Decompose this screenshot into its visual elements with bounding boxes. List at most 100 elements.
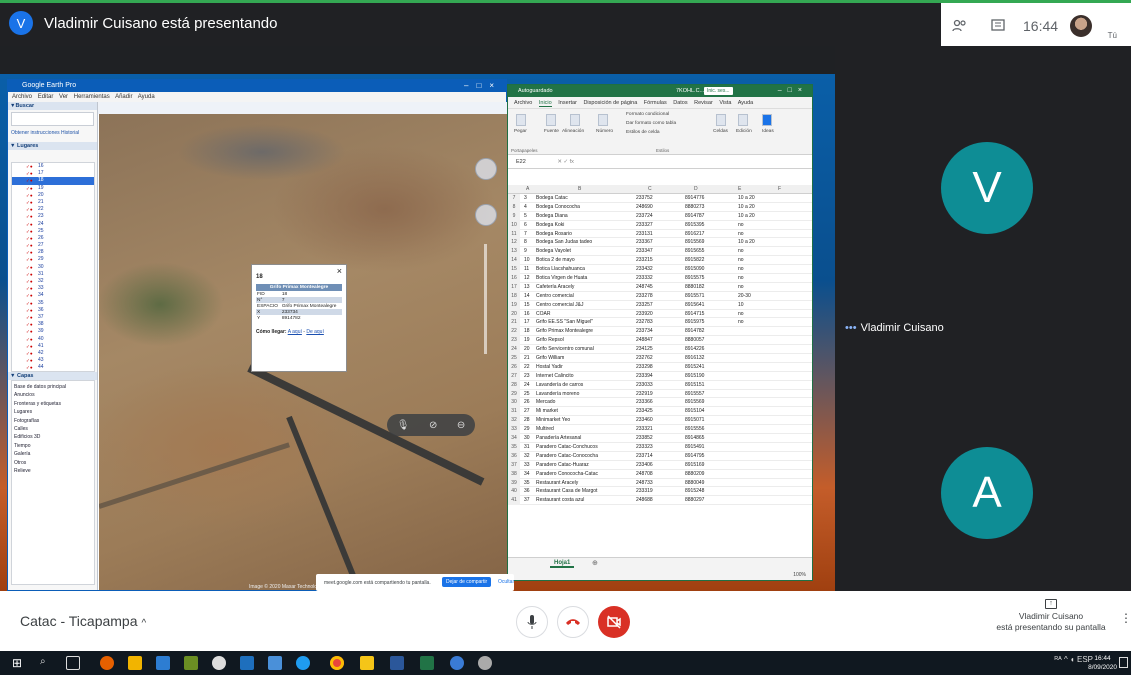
table-cell[interactable]: Bodega San Judas tadeo <box>536 238 592 247</box>
table-cell[interactable]: 30 <box>524 434 530 443</box>
store-icon[interactable] <box>128 656 142 670</box>
row-number[interactable]: 17 <box>508 282 520 292</box>
stop-sharing-button[interactable]: Dejar de compartir <box>442 577 492 587</box>
place-item-selected[interactable]: 18 <box>12 177 94 185</box>
table-cell[interactable]: Lavandería moreno <box>536 390 579 399</box>
table-cell[interactable]: Paradero Catac-Huaraz <box>536 461 589 470</box>
table-cell[interactable]: Restaurant Casa de Margot <box>536 487 597 496</box>
table-cell[interactable]: 8915975 <box>685 318 704 327</box>
column-header[interactable]: D <box>694 185 698 194</box>
place-item[interactable]: 21 <box>12 199 94 206</box>
number-format-icon[interactable] <box>598 114 608 126</box>
place-item[interactable]: 42 <box>12 350 94 357</box>
camera-off-icon[interactable]: ⊘ <box>429 420 437 431</box>
menu-anadir[interactable]: Añadir <box>115 94 132 100</box>
table-row[interactable]: 17 13 Cafetería Aracely 248745 8880182 no <box>508 282 812 292</box>
table-cell[interactable]: 8915104 <box>685 407 704 416</box>
table-cell[interactable]: Bodega Koki <box>536 221 564 230</box>
row-number[interactable]: 21 <box>508 318 520 328</box>
table-row[interactable]: 36 32 Paradero Catac-Conococha 233714 891479… <box>508 451 812 461</box>
tab-ayuda[interactable]: Ayuda <box>738 100 754 106</box>
table-cell[interactable]: 23 <box>524 372 530 381</box>
layer-item[interactable]: Fotografías <box>14 417 92 425</box>
table-row[interactable]: 21 17 Grifo EE.SS "San Miguel" 232783 891597… <box>508 318 812 328</box>
search-icon[interactable] <box>738 114 748 126</box>
row-number[interactable]: 22 <box>508 327 520 337</box>
windows-start-icon[interactable]: ⊞ <box>12 656 26 670</box>
place-item[interactable]: 35 <box>12 300 94 307</box>
row-number[interactable]: 26 <box>508 362 520 372</box>
ideas-label[interactable]: Ideas <box>762 129 774 134</box>
table-cell[interactable]: 233366 <box>636 398 653 407</box>
table-cell[interactable]: 27 <box>524 407 530 416</box>
row-number[interactable]: 40 <box>508 487 520 497</box>
app-icon[interactable] <box>212 656 226 670</box>
table-cell[interactable]: 8915556 <box>685 425 704 434</box>
layer-item[interactable]: Calles <box>14 425 92 433</box>
table-cell[interactable]: 233033 <box>636 381 653 390</box>
table-cell[interactable]: 233332 <box>636 274 653 283</box>
table-cell[interactable]: 233752 <box>636 194 653 203</box>
place-item[interactable]: 30 <box>12 264 94 271</box>
table-cell[interactable]: 8915248 <box>685 487 704 496</box>
table-cell[interactable]: 248745 <box>636 283 653 292</box>
table-cell[interactable]: 12 <box>524 274 530 283</box>
table-cell[interactable]: Cafetería Aracely <box>536 283 574 292</box>
table-row[interactable]: 8 4 Bodega Conococha 248690 8880273 10 a 20 <box>508 202 812 212</box>
row-number[interactable]: 37 <box>508 460 520 470</box>
table-cell[interactable]: 8880057 <box>685 336 704 345</box>
table-cell[interactable]: Grifo Primax Montealegre <box>536 327 593 336</box>
table-row[interactable]: 30 26 Mercado 233366 8915569 <box>508 398 812 408</box>
table-cell[interactable]: Mi market <box>536 407 558 416</box>
table-cell[interactable]: 10 a 20 <box>738 203 755 212</box>
table-cell[interactable]: 233215 <box>636 256 653 265</box>
table-row[interactable]: 7 3 Bodega Catac 233752 8914776 10 a 20 <box>508 194 812 203</box>
table-cell[interactable]: 8915169 <box>685 461 704 470</box>
layer-item[interactable]: Edificios 3D <box>14 433 92 441</box>
search-icon[interactable]: ⌕ <box>40 656 54 670</box>
places-tree[interactable]: 16 17 18 19 20 21 22 23 24 25 26 27 28 2… <box>11 162 95 372</box>
table-row[interactable]: 32 28 Minimarket Yeo 233460 8915071 <box>508 416 812 426</box>
calculator-icon[interactable] <box>240 656 254 670</box>
table-cell[interactable]: 248847 <box>636 336 653 345</box>
table-cell[interactable]: 248733 <box>636 479 653 488</box>
chat-icon[interactable] <box>979 3 1017 49</box>
camera-button[interactable] <box>598 606 630 638</box>
table-cell[interactable]: 7 <box>524 230 527 239</box>
table-row[interactable]: 34 30 Panadería Artesanal 233852 8914865 <box>508 434 812 443</box>
leave-call-button[interactable] <box>557 606 589 638</box>
row-number[interactable]: 13 <box>508 247 520 257</box>
row-number[interactable]: 10 <box>508 220 520 230</box>
row-number[interactable]: 15 <box>508 265 520 275</box>
row-number[interactable]: 11 <box>508 229 520 239</box>
table-cell[interactable]: 233321 <box>636 425 653 434</box>
place-item[interactable]: 25 <box>12 228 94 235</box>
table-cell[interactable]: no <box>738 265 744 274</box>
table-cell[interactable]: 233852 <box>636 434 653 443</box>
table-cell[interactable]: Centro comercial <box>536 292 574 301</box>
table-cell[interactable]: 8915190 <box>685 372 704 381</box>
table-cell[interactable]: 8914787 <box>685 212 704 221</box>
zoom-slider[interactable] <box>484 244 487 354</box>
menu-editar[interactable]: Editar <box>38 94 54 100</box>
place-item[interactable]: 24 <box>12 221 94 228</box>
menu-herramientas[interactable]: Herramientas <box>74 94 110 100</box>
row-number[interactable]: 25 <box>508 354 520 363</box>
table-cell[interactable]: no <box>738 274 744 283</box>
table-cell[interactable]: 8914865 <box>685 434 704 443</box>
table-cell[interactable]: 14 <box>524 292 530 301</box>
table-cell[interactable]: Internet Calincito <box>536 372 574 381</box>
table-cell[interactable]: 20 <box>524 345 530 354</box>
table-cell[interactable]: 233734 <box>636 327 653 336</box>
table-cell[interactable]: 19 <box>524 336 530 345</box>
table-cell[interactable]: no <box>738 318 744 327</box>
microphone-button[interactable] <box>516 606 548 638</box>
hide-banner-button[interactable]: Ocultar <box>498 579 514 585</box>
place-item[interactable]: 27 <box>12 242 94 249</box>
column-header[interactable]: C <box>648 185 652 194</box>
table-cell[interactable]: no <box>738 256 744 265</box>
table-cell[interactable]: 233724 <box>636 212 653 221</box>
table-cell[interactable]: 8916132 <box>685 354 704 363</box>
row-number[interactable]: 20 <box>508 309 520 319</box>
menu-archivo[interactable]: Archivo <box>12 94 32 100</box>
